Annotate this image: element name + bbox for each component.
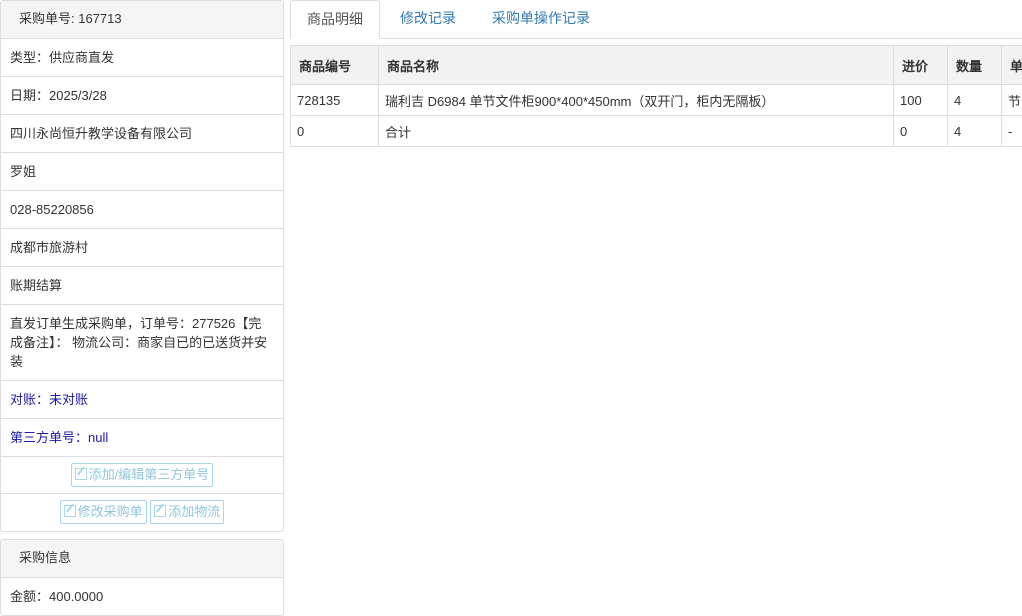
supplier-name: 四川永尚恒升教学设备有限公司 bbox=[1, 115, 283, 153]
cell-unit-cost: 100 bbox=[894, 85, 948, 116]
contact-person: 罗姐 bbox=[1, 153, 283, 191]
edit-icon bbox=[75, 468, 87, 480]
tab-operation-log[interactable]: 采购单操作记录 bbox=[476, 0, 606, 38]
contact-phone: 028-85220856 bbox=[1, 191, 283, 229]
cell-product-name: 瑞利吉 D6984 单节文件柜900*400*450mm（双开门，柜内无隔板） bbox=[379, 85, 894, 116]
cell-unit: - bbox=[1002, 116, 1022, 147]
cell-quantity: 4 bbox=[948, 116, 1002, 147]
order-type: 类型：供应商直发 bbox=[1, 39, 283, 77]
edit-icon bbox=[154, 505, 166, 517]
add-logistics-label: 添加物流 bbox=[168, 504, 220, 519]
purchase-info-panel: 采购信息 金额：400.0000 bbox=[0, 539, 284, 616]
order-sidebar: 采购单号: 167713 类型：供应商直发 日期：2025/3/28 四川永尚恒… bbox=[0, 0, 284, 616]
cell-unit: 节 bbox=[1002, 85, 1022, 116]
table-row: 728135 瑞利吉 D6984 单节文件柜900*400*450mm（双开门，… bbox=[291, 85, 1022, 116]
cell-quantity: 4 bbox=[948, 85, 1002, 116]
order-remark: 直发订单生成采购单，订单号：277526【完成备注】： 物流公司：商家自已的已送… bbox=[1, 305, 283, 381]
header-unit-cost: 进价 bbox=[894, 46, 948, 85]
tab-product-details[interactable]: 商品明细 bbox=[290, 0, 380, 39]
add-edit-third-party-button[interactable]: 添加/编辑第三方单号 bbox=[71, 463, 214, 487]
add-edit-third-party-label: 添加/编辑第三方单号 bbox=[89, 467, 210, 482]
order-action-row: 修改采购单 添加物流 bbox=[1, 494, 283, 531]
product-table: 商品编号 商品名称 进价 数量 单 728135 瑞利吉 D6984 单节文件柜… bbox=[290, 45, 1022, 147]
tab-bar: 商品明细 修改记录 采购单操作记录 bbox=[290, 0, 1022, 39]
third-party-action-row: 添加/编辑第三方单号 bbox=[1, 457, 283, 494]
payment-terms: 账期结算 bbox=[1, 267, 283, 305]
detail-area: 商品明细 修改记录 采购单操作记录 商品编号 商品名称 进价 数量 单 7281… bbox=[290, 0, 1022, 147]
order-panel: 采购单号: 167713 类型：供应商直发 日期：2025/3/28 四川永尚恒… bbox=[0, 0, 284, 532]
header-product-name: 商品名称 bbox=[379, 46, 894, 85]
supplier-address: 成都市旅游村 bbox=[1, 229, 283, 267]
edit-icon bbox=[64, 505, 76, 517]
table-header-row: 商品编号 商品名称 进价 数量 单 bbox=[291, 46, 1022, 85]
reconcile-status: 对账：未对账 bbox=[1, 381, 283, 419]
tab-edit-history[interactable]: 修改记录 bbox=[384, 0, 472, 38]
cell-product-name: 合计 bbox=[379, 116, 894, 147]
purchase-amount: 金额：400.0000 bbox=[1, 578, 283, 615]
order-number-heading: 采购单号: 167713 bbox=[1, 1, 283, 39]
purchase-info-heading: 采购信息 bbox=[1, 540, 283, 578]
third-party-number: 第三方单号：null bbox=[1, 419, 283, 457]
add-logistics-button[interactable]: 添加物流 bbox=[150, 500, 224, 524]
header-product-code: 商品编号 bbox=[291, 46, 379, 85]
edit-order-label: 修改采购单 bbox=[78, 504, 143, 519]
order-date: 日期：2025/3/28 bbox=[1, 77, 283, 115]
header-quantity: 数量 bbox=[948, 46, 1002, 85]
edit-order-button[interactable]: 修改采购单 bbox=[60, 500, 147, 524]
header-unit: 单 bbox=[1002, 46, 1022, 85]
cell-product-code: 728135 bbox=[291, 85, 379, 116]
cell-unit-cost: 0 bbox=[894, 116, 948, 147]
table-row-total: 0 合计 0 4 - bbox=[291, 116, 1022, 147]
cell-product-code: 0 bbox=[291, 116, 379, 147]
